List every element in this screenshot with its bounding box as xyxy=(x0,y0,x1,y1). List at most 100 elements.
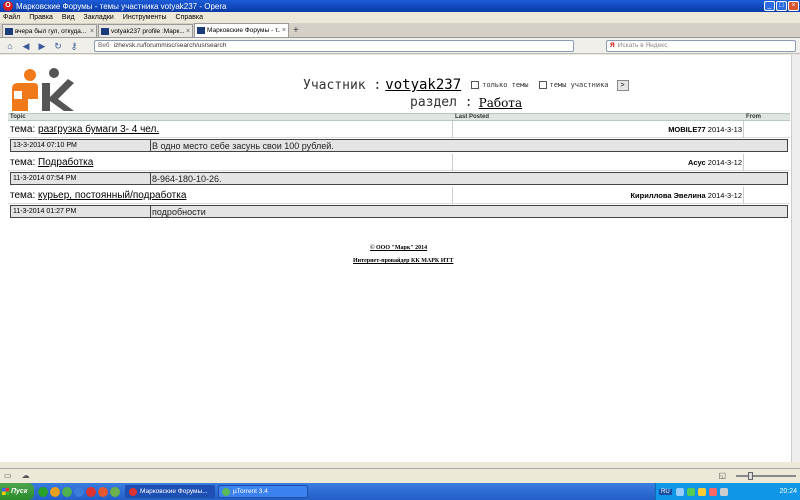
message-row: 11-3-2014 01:27 PM подробности xyxy=(10,205,788,218)
url-input[interactable]: Веб izhevsk.ru/forummisc/search/usrsearc… xyxy=(94,39,574,52)
quicklaunch-icon[interactable] xyxy=(74,486,84,497)
topic-cell: тема: Подработка xyxy=(10,157,93,168)
menu-tools[interactable]: Инструменты xyxy=(123,14,167,21)
topic-prefix: тема: xyxy=(10,190,36,201)
topic-row: тема: Подработка Асус 2014-3-12 xyxy=(8,154,790,171)
forward-icon[interactable]: ▶ xyxy=(36,40,48,52)
menu-help[interactable]: Справка xyxy=(176,14,203,21)
taskbar-item-opera[interactable]: Марковские Форумы... xyxy=(125,485,215,498)
tray-icon[interactable] xyxy=(675,487,684,496)
system-tray: RU 20:24 xyxy=(655,483,800,500)
message-row: 11-3-2014 07:54 PM 8-964-180-10-26. xyxy=(10,172,788,185)
message-row: 13-3-2014 07:10 PM В одно место себе зас… xyxy=(10,139,788,152)
topic-link[interactable]: разгрузка бумаги 3- 4 чел. xyxy=(38,124,159,135)
participant-label: Участник : xyxy=(303,77,382,93)
menu-bar: Файл Правка Вид Закладки Инструменты Спр… xyxy=(0,12,800,23)
quicklaunch-icon[interactable] xyxy=(98,486,108,497)
section-link[interactable]: Работа xyxy=(479,96,522,110)
topic-link[interactable]: Подработка xyxy=(38,157,93,168)
tab-2[interactable]: votyak237 profile :Марк... × xyxy=(98,24,193,37)
language-indicator[interactable]: RU xyxy=(659,488,672,495)
message-divider xyxy=(150,173,151,184)
volume-icon[interactable] xyxy=(719,487,728,496)
message-text: подробности xyxy=(152,207,206,217)
taskbar: Пуск Марковские Форумы... µTorrent 3.4 R… xyxy=(0,483,800,500)
taskbar-item-utorrent[interactable]: µTorrent 3.4 xyxy=(218,485,308,498)
column-divider xyxy=(452,121,453,138)
new-tab-icon[interactable]: + xyxy=(293,24,299,37)
username-link[interactable]: votyak237 xyxy=(385,77,461,93)
tab-3[interactable]: Марковские Форумы - т... × xyxy=(194,23,289,37)
quicklaunch-icon[interactable] xyxy=(38,486,48,497)
search-input[interactable]: Я Искать в Яндекс xyxy=(606,39,796,52)
message-date: 13-3-2014 07:10 PM xyxy=(13,142,77,149)
panel-toggle-icon[interactable]: ▭ xyxy=(4,471,12,480)
message-divider xyxy=(150,206,151,217)
quicklaunch-icon[interactable] xyxy=(50,486,60,497)
provider-link[interactable]: Интернет-провайдер КК МАРК ИТТ xyxy=(353,258,453,264)
tab-close-icon[interactable]: × xyxy=(186,28,190,35)
menu-view[interactable]: Вид xyxy=(62,14,75,21)
menu-file[interactable]: Файл xyxy=(3,14,20,21)
maximize-button[interactable]: □ xyxy=(776,1,787,11)
tab-label: votyak237 profile :Марк... xyxy=(111,27,184,35)
close-button[interactable]: × xyxy=(788,1,799,11)
user-topics-checkbox[interactable] xyxy=(538,81,547,89)
menu-bookmarks[interactable]: Закладки xyxy=(84,14,114,21)
message-text: 8-964-180-10-26. xyxy=(152,174,222,184)
only-topics-checkbox[interactable] xyxy=(471,81,480,89)
user-topics-label: темы участника xyxy=(549,81,609,89)
tray-icon[interactable] xyxy=(686,487,695,496)
vertical-scrollbar[interactable] xyxy=(791,55,800,462)
url-text: izhevsk.ru/forummisc/search/usrsearch xyxy=(113,42,227,49)
topic-prefix: тема: xyxy=(10,124,36,135)
topic-author: MOBILE77 xyxy=(668,125,706,134)
minimize-button[interactable]: _ xyxy=(764,1,775,11)
window-title: Марковские Форумы - темы участника votya… xyxy=(16,1,227,11)
menu-edit[interactable]: Правка xyxy=(29,14,53,21)
zoom-slider[interactable]: ◱ xyxy=(718,471,796,480)
home-icon[interactable]: ⌂ xyxy=(4,40,16,52)
zoom-view-icon[interactable]: ◱ xyxy=(718,471,726,480)
address-bar: ⌂ ◀ ▶ ↻ ⚷ Веб izhevsk.ru/forummisc/searc… xyxy=(0,38,800,54)
zoom-knob[interactable] xyxy=(748,471,753,480)
quicklaunch-icon[interactable] xyxy=(110,486,120,497)
tab-close-icon[interactable]: × xyxy=(90,28,94,35)
table-header: Topic Last Posted From xyxy=(8,113,790,121)
tab-bar: вчера был гул, откуда... × votyak237 pro… xyxy=(0,23,800,38)
quicklaunch-icon[interactable] xyxy=(62,486,72,497)
start-button[interactable]: Пуск xyxy=(0,483,34,500)
topic-author: Асус xyxy=(688,158,706,167)
section-label: раздел : xyxy=(410,95,473,110)
only-topics-label: только темы xyxy=(482,81,529,89)
column-divider xyxy=(743,154,744,171)
opera-icon[interactable] xyxy=(86,486,96,497)
topic-link[interactable]: курьер, постоянный/подработка xyxy=(38,190,186,201)
topic-row: тема: разгрузка бумаги 3- 4 чел. MOBILE7… xyxy=(8,121,790,138)
tab-1[interactable]: вчера был гул, откуда... × xyxy=(2,24,97,37)
reload-icon[interactable]: ↻ xyxy=(52,40,64,52)
tray-icon[interactable] xyxy=(708,487,717,496)
column-from: From xyxy=(746,114,761,120)
topic-author-date: MOBILE77 2014-3-13 xyxy=(668,125,742,134)
go-button[interactable]: > xyxy=(616,79,629,91)
page-content: Участник : votyak237 только темы темы уч… xyxy=(0,55,800,462)
turbo-icon[interactable]: ☁ xyxy=(22,471,30,480)
topic-prefix: тема: xyxy=(10,157,36,168)
status-bar: ▭ ☁ ◱ xyxy=(0,468,800,482)
opera-icon xyxy=(129,487,137,496)
web-label: Веб xyxy=(98,42,110,49)
key-icon[interactable]: ⚷ xyxy=(68,40,80,52)
mark-logo-icon xyxy=(12,68,74,111)
zoom-track[interactable] xyxy=(736,471,796,480)
opera-icon: O xyxy=(3,1,13,11)
column-divider xyxy=(743,187,744,204)
column-last-posted: Last Posted xyxy=(455,114,490,120)
tab-close-icon[interactable]: × xyxy=(282,27,286,34)
tray-icon[interactable] xyxy=(697,487,706,496)
back-icon[interactable]: ◀ xyxy=(20,40,32,52)
topic-author: Кириллова Эвелина xyxy=(630,191,706,200)
copyright-link[interactable]: © ООО "Марк" 2014 xyxy=(370,245,427,251)
task-label: µTorrent 3.4 xyxy=(233,488,268,495)
topic-cell: тема: разгрузка бумаги 3- 4 чел. xyxy=(10,124,159,135)
